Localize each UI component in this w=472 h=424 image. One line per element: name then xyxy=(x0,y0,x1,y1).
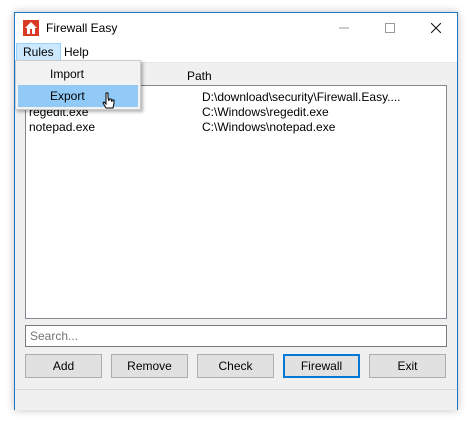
minimize-button[interactable] xyxy=(321,13,367,43)
list-item-path: C:\Windows\notepad.exe xyxy=(202,120,336,134)
column-header-path[interactable]: Path xyxy=(187,69,212,83)
search-input[interactable] xyxy=(25,325,447,347)
maximize-icon xyxy=(385,23,395,33)
remove-button[interactable]: Remove xyxy=(111,354,188,378)
add-button[interactable]: Add xyxy=(25,354,102,378)
menu-item-export[interactable]: Export xyxy=(18,85,138,107)
list-item-path: C:\Windows\regedit.exe xyxy=(202,105,329,119)
app-icon xyxy=(23,20,39,36)
menu-item-import[interactable]: Import xyxy=(18,63,138,85)
rules-list[interactable]: D:\download\security\Firewall.Easy.... r… xyxy=(25,85,447,319)
title-bar[interactable]: Firewall Easy xyxy=(15,13,457,43)
firewall-button[interactable]: Firewall xyxy=(283,354,360,378)
mouse-pointer-icon xyxy=(102,92,115,109)
minimize-icon xyxy=(339,27,349,29)
close-button[interactable] xyxy=(413,13,459,43)
close-icon xyxy=(431,23,441,33)
list-item-name: notepad.exe xyxy=(29,120,96,134)
check-button[interactable]: Check xyxy=(197,354,274,378)
list-item[interactable]: notepad.exe C:\Windows\notepad.exe xyxy=(29,120,443,135)
status-bar xyxy=(15,389,457,410)
list-item-path: D:\download\security\Firewall.Easy.... xyxy=(202,90,401,104)
rules-dropdown-menu: Import Export xyxy=(15,60,141,110)
window-title: Firewall Easy xyxy=(46,21,118,35)
exit-button[interactable]: Exit xyxy=(369,354,446,378)
maximize-button[interactable] xyxy=(367,13,413,43)
